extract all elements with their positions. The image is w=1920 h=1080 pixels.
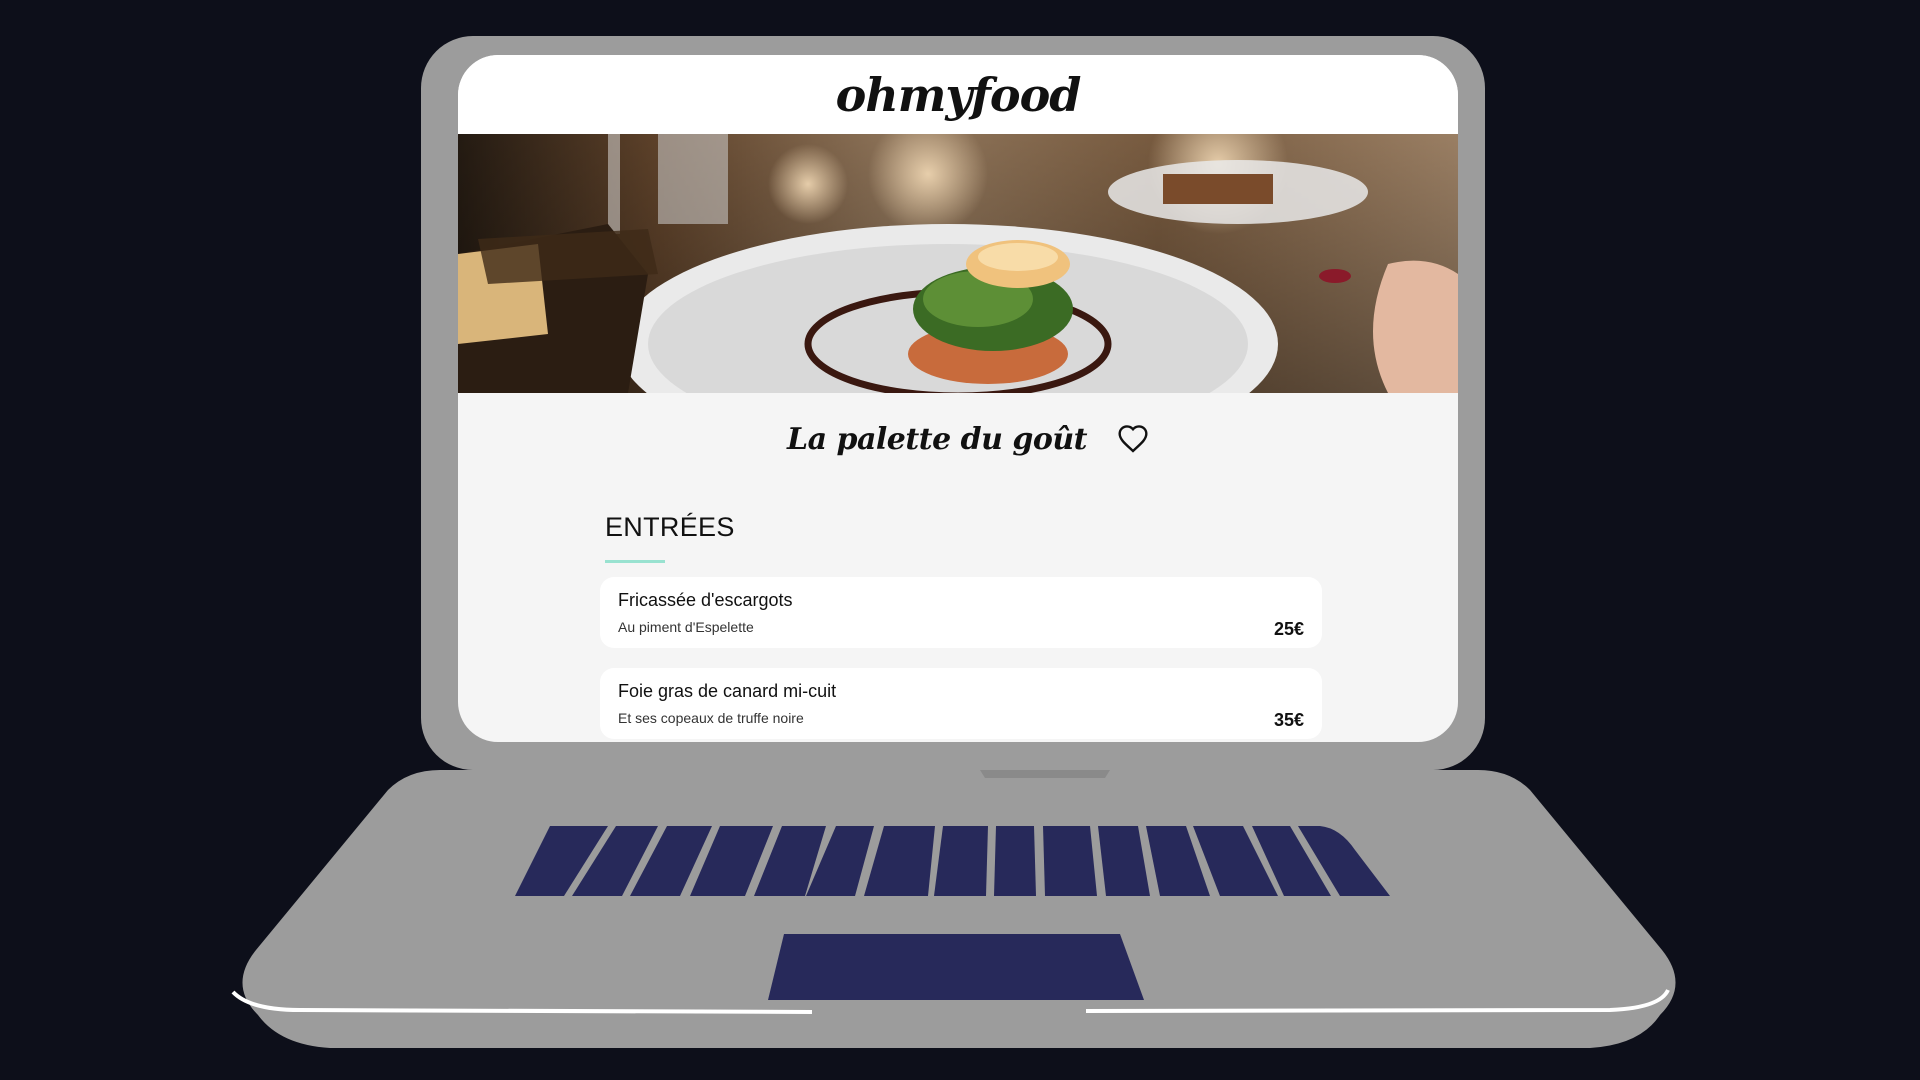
section-underline [605,560,665,563]
heart-icon[interactable] [1117,423,1149,455]
menu-item[interactable]: Foie gras de canard mi-cuit Et ses copea… [600,668,1322,739]
site-header: ohmyfood [458,55,1458,134]
site-logo[interactable]: ohmyfood [836,68,1082,122]
dish-price: 35€ [1273,710,1304,730]
hero-image [458,134,1458,393]
section-title: ENTRÉES [605,512,735,542]
dish-name: Fricassée d'escargots [618,590,793,610]
dish-description: Au piment d'Espelette [618,619,754,635]
dish-name: Foie gras de canard mi-cuit [618,681,837,701]
laptop-screen: ohmyfood La palette du goût ENTRÉES Fric… [458,55,1458,742]
restaurant-title: La palette du goût [786,421,1088,457]
restaurant-header: La palette du goût [458,409,1458,469]
dish-price: 25€ [1273,619,1304,639]
dish-description: Et ses copeaux de truffe noire [618,710,804,726]
trackpad [768,934,1144,1000]
menu-item[interactable]: Fricassée d'escargots Au piment d'Espele… [600,577,1322,648]
